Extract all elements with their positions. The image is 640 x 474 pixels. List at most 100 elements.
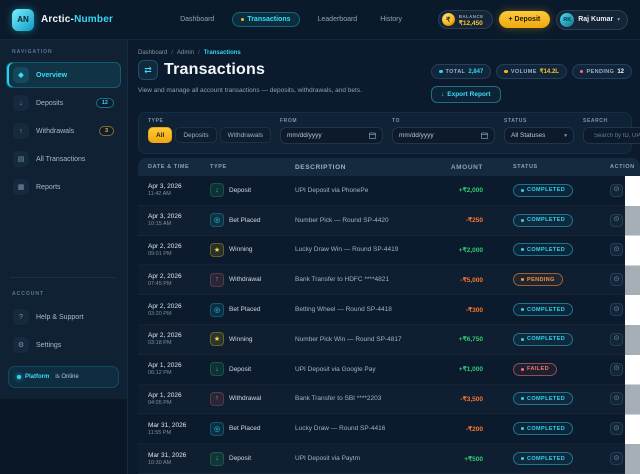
table-row[interactable]: Apr 3, 2026 11:42 AM ↓ Deposit UPI Depos… — [138, 176, 625, 206]
top-nav-leaderboard[interactable]: Leaderboard — [313, 12, 363, 27]
table-row[interactable]: Apr 1, 2026 04:05 PM ↑ Withdrawal Bank T… — [138, 385, 625, 415]
table-row[interactable]: Apr 2, 2026 03:20 PM ◎ Bet Placed Bettin… — [138, 295, 625, 325]
sidebar-footer-area — [0, 398, 127, 474]
row-date: Apr 3, 2026 — [148, 213, 210, 220]
type-filter-all[interactable]: All — [148, 127, 172, 143]
table-row[interactable]: Mar 31, 2026 11:55 PM ◎ Bet Placed Lucky… — [138, 414, 625, 444]
breadcrumb: Dashboard / Admin / Transactions — [128, 40, 640, 56]
to-date-input[interactable]: mm/dd/yyyy — [392, 127, 495, 144]
row-action-button[interactable]: ⊙ — [610, 363, 623, 376]
status-dot-icon — [521, 397, 524, 400]
top-nav-transactions[interactable]: Transactions — [232, 12, 299, 27]
sidebar-item-all-transactions[interactable]: ▤ All Transactions — [6, 146, 121, 172]
row-date: Apr 2, 2026 — [148, 273, 210, 280]
table-row[interactable]: Apr 3, 2026 10:15 AM ◎ Bet Placed Number… — [138, 206, 625, 236]
from-date-input[interactable]: mm/dd/yyyy — [280, 127, 383, 144]
row-description: UPI Deposit via Paytm — [295, 455, 435, 462]
row-action-button[interactable]: ⊙ — [610, 422, 623, 435]
top-nav-history[interactable]: History — [375, 12, 407, 27]
brand-name-accent: Number — [74, 14, 113, 25]
star-icon: ★ — [210, 332, 224, 346]
question-icon: ? — [13, 309, 29, 325]
row-action-button[interactable]: ⊙ — [610, 243, 623, 256]
sidebar-item-settings[interactable]: ⚙ Settings — [6, 332, 121, 358]
page-header: ⇄ Transactions View and manage all accou… — [128, 56, 640, 103]
brand-logo[interactable]: AN — [12, 9, 34, 31]
sidebar-item-help-support[interactable]: ? Help & Support — [6, 304, 121, 330]
deposit-button[interactable]: + Deposit — [499, 11, 551, 28]
table-scrollbar[interactable] — [625, 176, 640, 474]
row-amount: +₹1,000 — [435, 365, 483, 373]
coin-icon: ₹ — [442, 13, 455, 26]
row-time: 11:42 AM — [148, 191, 210, 197]
row-action-button[interactable]: ⊙ — [610, 452, 623, 465]
cell-date: Apr 1, 2026 06:12 PM — [138, 362, 210, 376]
sidebar-item-label: Help & Support — [36, 314, 83, 321]
breadcrumb-dashboard[interactable]: Dashboard — [138, 50, 167, 56]
status-text: COMPLETED — [527, 217, 565, 223]
row-action-button[interactable]: ⊙ — [610, 184, 623, 197]
table-row[interactable]: Mar 31, 2026 10:30 AM ↓ Deposit UPI Depo… — [138, 444, 625, 474]
to-date-label: TO — [392, 118, 495, 124]
row-action-button[interactable]: ⊙ — [610, 303, 623, 316]
status-select-value: All Statuses — [511, 132, 545, 139]
table-row[interactable]: Apr 2, 2026 07:45 PM ↑ Withdrawal Bank T… — [138, 265, 625, 295]
user-menu[interactable]: RK Raj Kumar ▾ — [556, 10, 628, 30]
sidebar-item-deposits[interactable]: ↓ Deposits 12 — [6, 90, 121, 116]
page-title: Transactions — [164, 61, 265, 79]
sidebar-item-withdrawals[interactable]: ↑ Withdrawals 3 — [6, 118, 121, 144]
breadcrumb-admin[interactable]: Admin — [177, 50, 194, 56]
cell-status: COMPLETED — [513, 184, 598, 197]
gear-icon: ⚙ — [13, 337, 29, 353]
sidebar-badge: 3 — [99, 126, 114, 136]
arrow-down-icon: ↓ — [210, 452, 224, 466]
transfer-icon: ⇄ — [138, 60, 158, 80]
balance-pill[interactable]: ₹ BALANCE ₹12,450 — [438, 10, 493, 29]
export-report-button[interactable]: ↓ Export Report — [431, 86, 501, 103]
stats-row: TOTAL 2,847 VOLUME ₹14.2L PENDING 12 — [431, 64, 632, 79]
row-action-button[interactable]: ⊙ — [610, 214, 623, 227]
sidebar-item-label: All Transactions — [36, 156, 85, 163]
sidebar-item-reports[interactable]: ▦ Reports — [6, 174, 121, 200]
row-amount: -₹300 — [435, 306, 483, 314]
status-badge: COMPLETED — [513, 392, 573, 405]
row-type-label: Deposit — [229, 187, 251, 194]
main-content: Dashboard / Admin / Transactions ⇄ Trans… — [128, 40, 640, 474]
row-amount: -₹3,500 — [435, 395, 483, 403]
to-date-value: mm/dd/yyyy — [399, 132, 434, 139]
type-filter-deposits[interactable]: Deposits — [175, 127, 216, 143]
row-action-button[interactable]: ⊙ — [610, 392, 623, 405]
search-input[interactable] — [594, 133, 640, 139]
brand-name: Arctic-Number — [41, 14, 113, 25]
status-select[interactable]: All Statuses ▾ — [504, 127, 574, 144]
row-action-button[interactable]: ⊙ — [610, 333, 623, 346]
column-header-type: TYPE — [210, 164, 295, 170]
to-date-group: TO mm/dd/yyyy — [392, 118, 495, 144]
stat-label: PENDING — [586, 69, 614, 75]
row-action-button[interactable]: ⊙ — [610, 273, 623, 286]
type-filter-withdrawals[interactable]: Withdrawals — [220, 127, 271, 143]
search-box — [583, 127, 640, 144]
platform-status-box: Platform is Online — [8, 366, 119, 388]
title-line: ⇄ Transactions — [138, 60, 390, 80]
row-type-label: Winning — [229, 246, 252, 253]
row-time: 04:05 PM — [148, 400, 210, 406]
status-text: PENDING — [527, 277, 555, 283]
list-icon: ▤ — [13, 151, 29, 167]
row-amount: -₹200 — [435, 425, 483, 433]
row-date: Apr 3, 2026 — [148, 183, 210, 190]
stat-value: ₹14.2L — [540, 68, 559, 75]
filter-bar: TYPE AllDepositsWithdrawals FROM mm/dd/y… — [138, 112, 632, 154]
top-navigation: Dashboard Transactions Leaderboard Histo… — [175, 12, 407, 27]
status-dot-icon — [521, 278, 524, 281]
table-row[interactable]: Apr 2, 2026 09:01 PM ★ Winning Lucky Dra… — [138, 236, 625, 266]
sidebar-item-overview[interactable]: ◆ Overview — [6, 62, 121, 88]
sidebar-item-label: Settings — [36, 342, 61, 349]
cell-date: Apr 2, 2026 09:01 PM — [138, 243, 210, 257]
top-nav-dashboard[interactable]: Dashboard — [175, 12, 219, 27]
sidebar-account-section-label: ACCOUNT — [0, 282, 127, 302]
table-row[interactable]: Apr 1, 2026 06:12 PM ↓ Deposit UPI Depos… — [138, 355, 625, 385]
arrow-up-icon: ↑ — [13, 123, 29, 139]
cell-type: ◎ Bet Placed — [210, 422, 295, 436]
table-row[interactable]: Apr 2, 2026 03:18 PM ★ Winning Number Pi… — [138, 325, 625, 355]
